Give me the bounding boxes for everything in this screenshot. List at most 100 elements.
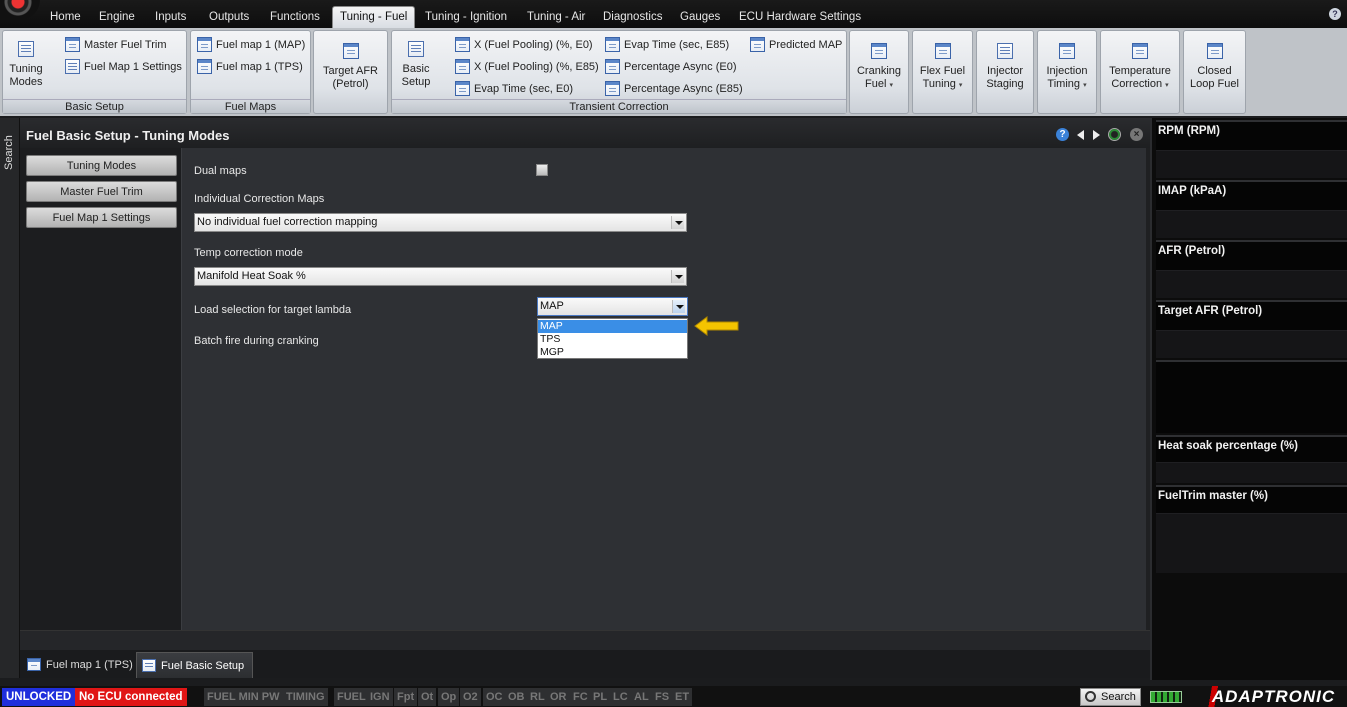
gauge-target-afr-value [1156, 330, 1347, 358]
settings-list-icon [65, 59, 80, 74]
arrow-left-icon[interactable] [1077, 130, 1084, 140]
percentage-async-e85-button[interactable]: Percentage Async (E85) [605, 80, 743, 98]
gauge-afr-label: AFR (Petrol) [1158, 245, 1226, 257]
injection-timing-label-2: Timing [1047, 78, 1081, 90]
nav-tuning-modes[interactable]: Tuning Modes [26, 155, 177, 176]
fuel-map-1-settings-button[interactable]: Fuel Map 1 Settings [65, 58, 182, 76]
flag-fc: FC [570, 688, 591, 706]
fuel-map-map-label: Fuel map 1 (MAP) [216, 39, 306, 51]
gauge-imap-label: IMAP (kPaA) [1158, 185, 1227, 197]
close-icon[interactable]: × [1130, 128, 1143, 141]
tab-engine[interactable]: Engine [92, 8, 142, 28]
target-afr-label-1: Target AFR [322, 65, 379, 77]
tuning-modes-button[interactable]: Tuning Modes [5, 41, 47, 89]
flag-o2: O2 [460, 688, 481, 706]
closed-loop-fuel-button[interactable]: Closed Loop Fuel [1183, 30, 1246, 114]
ecu-connection-badge: No ECU connected [75, 688, 187, 706]
panel-title: Fuel Basic Setup - Tuning Modes [26, 128, 230, 143]
tab-outputs[interactable]: Outputs [202, 8, 256, 28]
table-icon [1206, 43, 1223, 59]
evap-time-e85-label: Evap Time (sec, E85) [624, 39, 730, 51]
cranking-fuel-button[interactable]: Cranking Fuel ▾ [849, 30, 909, 114]
flag-ob: OB [505, 688, 528, 706]
fuel-pooling-e0-button[interactable]: X (Fuel Pooling) (%, E0) [455, 36, 593, 54]
predicted-map-button[interactable]: Predicted MAP [750, 36, 842, 54]
nav-master-fuel-trim[interactable]: Master Fuel Trim [26, 181, 177, 202]
evap-time-e0-label: Evap Time (sec, E0) [474, 83, 574, 95]
search-side-tab[interactable]: Search [0, 118, 20, 678]
tuning-modes-label-1: Tuning [9, 63, 43, 75]
chevron-down-icon [671, 270, 684, 283]
tab-gauges[interactable]: Gauges [673, 8, 727, 28]
temperature-correction-button[interactable]: Temperature Correction ▾ [1100, 30, 1180, 114]
doc-tab-fuel-map-tps[interactable]: Fuel map 1 (TPS) [22, 652, 133, 678]
predicted-map-label: Predicted MAP [769, 39, 843, 51]
tab-tuning-fuel[interactable]: Tuning - Fuel [332, 6, 416, 28]
menu-bar: Home Engine Inputs Outputs Functions Tun… [0, 0, 1347, 28]
settings-list-icon [142, 659, 156, 672]
temp-correction-select[interactable]: Manifold Heat Soak % [194, 267, 687, 286]
fuel-basic-setup-panel: Fuel Basic Setup - Tuning Modes ? × Tuni… [20, 118, 1150, 678]
option-tps[interactable]: TPS [538, 333, 687, 346]
tab-inputs[interactable]: Inputs [148, 8, 193, 28]
table-icon [27, 658, 41, 671]
tab-ecu-hardware-settings[interactable]: ECU Hardware Settings [732, 8, 868, 28]
master-fuel-trim-label: Master Fuel Trim [84, 39, 167, 51]
injector-staging-button[interactable]: Injector Staging [976, 30, 1034, 114]
injection-timing-button[interactable]: Injection Timing ▾ [1037, 30, 1097, 114]
gauge-fueltrim-master-value [1156, 513, 1347, 573]
gauge-heat-soak-value [1156, 462, 1347, 483]
ribbon-group-transient-correction: Basic Setup X (Fuel Pooling) (%, E0) X (… [391, 30, 847, 114]
temperature-correction-label-2: Correction [1111, 78, 1163, 90]
app-logo-icon[interactable] [0, 0, 40, 20]
fuel-map-tps-button[interactable]: Fuel map 1 (TPS) [197, 58, 303, 76]
chevron-down-icon [672, 300, 685, 313]
flag-fuel: FUEL [334, 688, 369, 706]
evap-time-e0-button[interactable]: Evap Time (sec, E0) [455, 80, 573, 98]
status-bar: UNLOCKED No ECU connected FUEL MIN PW TI… [0, 686, 1347, 707]
load-selection-select[interactable]: MAP [537, 297, 688, 316]
percentage-async-e0-label: Percentage Async (E0) [624, 61, 737, 73]
table-icon [871, 43, 887, 59]
master-fuel-trim-button[interactable]: Master Fuel Trim [65, 36, 167, 54]
gauge-icon[interactable] [1108, 128, 1121, 141]
flag-fpt: Fpt [394, 688, 418, 706]
transient-basic-setup-button[interactable]: Basic Setup [394, 41, 438, 89]
evap-time-e85-button[interactable]: Evap Time (sec, E85) [605, 36, 729, 54]
option-map[interactable]: MAP [538, 320, 687, 333]
gauge-rpm-value [1156, 150, 1347, 178]
panel-footer [20, 630, 1150, 650]
table-icon [197, 59, 212, 74]
nav-fuel-map-1-settings[interactable]: Fuel Map 1 Settings [26, 207, 177, 228]
fuel-pooling-e85-button[interactable]: X (Fuel Pooling) (%, E85) [455, 58, 599, 76]
tab-diagnostics[interactable]: Diagnostics [596, 8, 669, 28]
option-mgp[interactable]: MGP [538, 346, 687, 359]
percentage-async-e0-button[interactable]: Percentage Async (E0) [605, 58, 737, 76]
flag-timing: TIMING [283, 688, 328, 706]
help-icon[interactable]: ? [1329, 8, 1341, 20]
tab-home[interactable]: Home [43, 8, 88, 28]
cranking-fuel-label-1: Cranking [856, 65, 902, 77]
tab-tuning-ignition[interactable]: Tuning - Ignition [418, 8, 514, 28]
individual-correction-select[interactable]: No individual fuel correction mapping [194, 213, 687, 232]
search-button[interactable]: Search [1080, 688, 1141, 706]
target-afr-label-2: (Petrol) [332, 78, 369, 90]
flex-fuel-tuning-button[interactable]: Flex Fuel Tuning ▾ [912, 30, 973, 114]
ribbon-group-fuel-maps: Fuel map 1 (MAP) Fuel map 1 (TPS) Fuel M… [190, 30, 311, 114]
gauge-imap-value [1156, 210, 1347, 238]
dual-maps-checkbox[interactable] [536, 164, 548, 176]
help-icon[interactable]: ? [1056, 128, 1069, 141]
doc-tab-fuel-basic-setup[interactable]: Fuel Basic Setup [136, 652, 254, 678]
flag-fs: FS [652, 688, 673, 706]
arrow-right-icon[interactable] [1093, 130, 1100, 140]
tab-tuning-air[interactable]: Tuning - Air [520, 8, 592, 28]
cranking-fuel-label-2: Fuel [865, 78, 887, 90]
target-afr-button[interactable]: Target AFR (Petrol) [314, 43, 387, 91]
table-icon [455, 81, 470, 96]
flag-pl: PL [590, 688, 611, 706]
percentage-async-e85-label: Percentage Async (E85) [624, 83, 743, 95]
panel-nav: Tuning Modes Master Fuel Trim Fuel Map 1… [20, 148, 181, 630]
table-icon [197, 37, 212, 52]
tab-functions[interactable]: Functions [263, 8, 327, 28]
fuel-map-map-button[interactable]: Fuel map 1 (MAP) [197, 36, 305, 54]
